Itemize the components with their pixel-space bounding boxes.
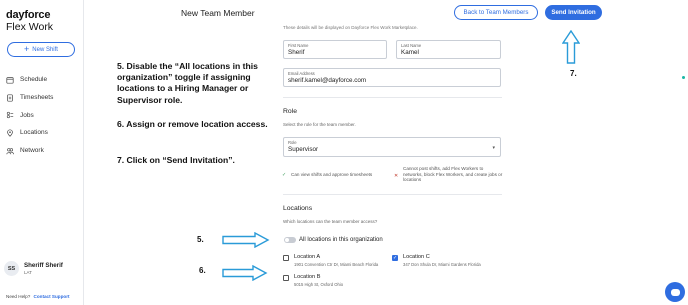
sidebar-item-label: Timesheets [20,94,54,102]
role-section-title: Role [283,108,297,115]
chat-bubble-icon [670,288,680,296]
last-name-value: Kamel [401,49,419,56]
help-label: Need Help? [6,294,31,299]
sidebar-item-timesheets[interactable]: Timesheets [0,89,84,107]
check-icon: ✓ [393,255,398,261]
brand-line2: Flex Work [6,21,54,33]
user-profile[interactable]: SS Sheriff Sherif LAT [4,261,63,276]
arrow-up-icon [562,30,580,64]
sidebar-nav: Schedule Timesheets Jobs Locations Netwo… [0,71,84,159]
email-label: Email Address [288,71,315,76]
location-a-checkbox[interactable] [283,255,289,261]
permission-can-text: Can view shifts and approve timesheets [291,172,373,177]
role-section-desc: Select the role for the team member. [283,122,356,127]
marker-5: 5. [197,235,204,244]
user-role: LAT [24,270,32,275]
divider [283,97,502,98]
chat-button[interactable] [665,282,685,302]
location-c-checkbox[interactable]: ✓ [392,255,398,261]
back-to-team-members-button[interactable]: Back to Team Members [454,5,538,20]
page-title: New Team Member [181,8,255,18]
sidebar-item-schedule[interactable]: Schedule [0,71,84,89]
jobs-icon [6,112,14,119]
send-invitation-button[interactable]: Send Invitation [545,5,602,20]
chevron-down-icon: ▾ [492,145,495,151]
calendar-icon [6,77,14,84]
annotation-step6: 6. Assign or remove location access. [117,119,268,129]
last-name-label: Last Name [401,43,422,48]
permission-cannot: ✕ Cannot post shifts, add Flex Workers t… [394,166,503,183]
form-note: These details will be displayed on Dayfo… [283,25,418,30]
first-name-value: Sherif [288,49,305,56]
permission-can: ✓ Can view shifts and approve timesheets [282,172,391,178]
brand-logo: dayforce Flex Work [6,10,53,33]
sidebar-item-jobs[interactable]: Jobs [0,106,84,124]
brand-line1: dayforce [6,9,51,21]
role-select-value: Supervisor [288,146,319,153]
sidebar-item-network[interactable]: Network [0,142,84,160]
help-text: Need Help? Contact Support [6,294,70,299]
location-c-name: Location C [403,254,430,260]
sidebar-item-label: Jobs [20,111,34,119]
close-icon: ✕ [394,173,399,179]
first-name-field[interactable]: First Name Sherif [283,40,387,59]
divider [283,194,502,195]
location-pin-icon [7,129,13,137]
locations-section-desc: Which locations can the team member acce… [283,219,378,224]
email-value: sherif.kamel@dayforce.com [288,77,367,84]
location-b-address: 5015 High St, Oxford Ohio [294,282,344,287]
last-name-field[interactable]: Last Name Kamel [396,40,501,59]
sidebar-item-locations[interactable]: Locations [0,124,84,142]
sidebar-item-label: Schedule [20,76,48,84]
marker-7: 7. [570,69,577,78]
arrow-right-icon [222,232,270,248]
sidebar: dayforce Flex Work + New Shift Schedule … [0,0,84,305]
annotation-step7: 7. Click on “Send Invitation”. [117,155,235,165]
location-a-address: 1901 Convention Ctr Dr, Miami Beach Flor… [294,262,379,267]
annotation-step5: 5. Disable the “All locations in this or… [117,61,258,105]
location-b-name: Location B [294,274,321,280]
permission-cannot-text: Cannot post shifts, add Flex Workers to … [403,166,503,183]
network-icon [6,147,14,154]
location-c-address: 347 Don Shula Dr, Miami Gardens Florida [403,262,481,267]
check-icon: ✓ [282,172,287,178]
marker-6: 6. [199,266,206,275]
arrow-right-icon [222,265,268,281]
all-locations-toggle-label: All locations in this organization [299,237,383,243]
timesheet-icon [7,93,13,102]
first-name-label: First Name [288,43,309,48]
status-dot [682,76,685,79]
location-b-checkbox[interactable] [283,275,289,281]
sidebar-item-label: Network [20,147,44,155]
user-name: Sheriff Sherif [24,262,63,269]
locations-section-title: Locations [283,205,313,212]
role-select[interactable]: Role Supervisor ▾ [283,137,501,157]
new-shift-label: New Shift [32,46,58,53]
role-select-label: Role [288,140,297,145]
plus-icon: + [24,44,30,54]
avatar: SS [4,261,19,276]
email-field[interactable]: Email Address sherif.kamel@dayforce.com [283,68,501,87]
contact-support-link[interactable]: Contact Support [34,294,70,299]
location-a-name: Location A [294,254,321,260]
all-locations-toggle[interactable] [284,237,296,243]
new-shift-button[interactable]: + New Shift [7,42,75,57]
sidebar-item-label: Locations [20,129,48,137]
